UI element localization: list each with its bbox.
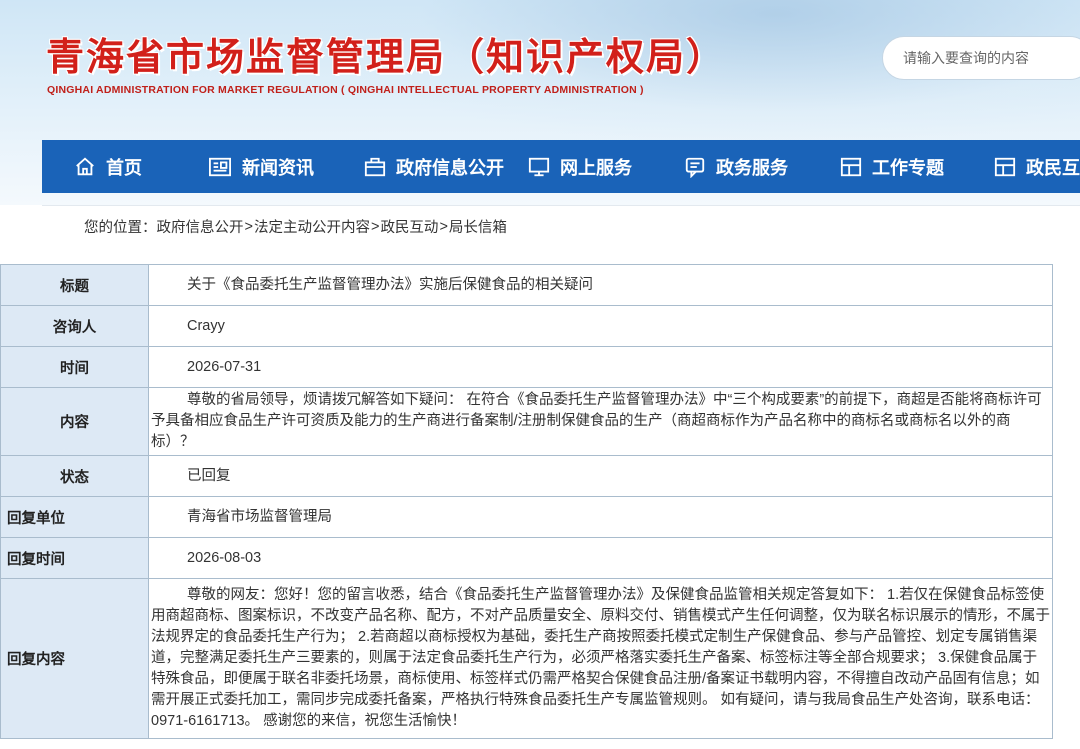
home-icon — [76, 157, 94, 175]
nav-item-topics[interactable]: 工作专题 — [840, 140, 944, 193]
table-row: 回复单位 青海省市场监督管理局 — [0, 496, 1053, 538]
breadcrumb-prefix: 您的位置： — [84, 220, 157, 236]
breadcrumb-separator: > — [370, 218, 380, 235]
row-label-reply-time: 回复时间 — [0, 537, 149, 579]
breadcrumb: 您的位置： 政府信息公开 > 法定主动公开内容 > 政民互动 > 局长信箱 — [42, 205, 1080, 247]
briefcase-icon — [364, 157, 386, 176]
nav-label: 网上服务 — [560, 157, 632, 179]
table-row: 回复内容 尊敬的网友：您好！您的留言收悉，结合《食品委托生产监督管理办法》及保健… — [0, 578, 1053, 739]
main-nav: 首页 新闻资讯 政府信息公开 网上服务 政务服务 工作专题 政民互动 — [42, 140, 1080, 193]
site-title[interactable]: 青海省市场监督管理局（知识产权局） — [46, 26, 726, 81]
table-row: 咨询人 Crayy — [0, 305, 1053, 347]
inquirer-text: Crayy — [187, 317, 225, 334]
nav-label: 工作专题 — [872, 157, 944, 179]
row-label-content: 内容 — [0, 387, 149, 456]
table-row: 标题 关于《食品委托生产监督管理办法》实施后保健食品的相关疑问 — [0, 264, 1053, 306]
breadcrumb-link-director-mailbox[interactable]: 局长信箱 — [449, 216, 507, 237]
table-row: 内容 尊敬的省局领导，烦请拨冗解答如下疑问： 在符合《食品委托生产监督管理办法》… — [0, 387, 1053, 456]
breadcrumb-link-interaction[interactable]: 政民互动 — [380, 216, 438, 237]
search-input[interactable]: 请输入要查询的内容 — [882, 36, 1080, 80]
monitor-icon — [528, 157, 550, 176]
nav-item-interaction[interactable]: 政民互动 — [994, 140, 1080, 193]
news-icon — [209, 157, 231, 176]
content-text: 尊敬的省局领导，烦请拨冗解答如下疑问： 在符合《食品委托生产监督管理办法》中“三… — [151, 392, 1042, 450]
table-row: 状态 已回复 — [0, 455, 1053, 497]
title-text: 关于《食品委托生产监督管理办法》实施后保健食品的相关疑问 — [187, 276, 593, 293]
interaction-icon — [994, 157, 1016, 176]
breadcrumb-link-gov-info[interactable]: 政府信息公开 — [157, 216, 244, 237]
reply-time-text: 2026-08-03 — [187, 549, 262, 566]
search-placeholder: 请输入要查询的内容 — [903, 50, 1029, 66]
reply-unit-text: 青海省市场监督管理局 — [187, 508, 332, 525]
nav-label: 首页 — [106, 157, 142, 179]
row-value-reply-time: 2026-08-03 — [148, 537, 1053, 579]
nav-label: 政府信息公开 — [396, 157, 504, 179]
row-label-title: 标题 — [0, 264, 149, 306]
row-label-time: 时间 — [0, 346, 149, 388]
chat-icon — [685, 157, 705, 178]
row-label-status: 状态 — [0, 455, 149, 497]
time-text: 2026-07-31 — [187, 358, 262, 375]
row-value-reply-content: 尊敬的网友：您好！您的留言收悉，结合《食品委托生产监督管理办法》及保健食品监管相… — [148, 578, 1053, 739]
nav-item-home[interactable]: 首页 — [74, 140, 142, 193]
row-label-inquirer: 咨询人 — [0, 305, 149, 347]
table-row: 回复时间 2026-08-03 — [0, 537, 1053, 579]
row-value-content: 尊敬的省局领导，烦请拨冗解答如下疑问： 在符合《食品委托生产监督管理办法》中“三… — [148, 387, 1053, 456]
row-label-reply-content: 回复内容 — [0, 578, 149, 739]
site-subtitle: QINGHAI ADMINISTRATION FOR MARKET REGULA… — [47, 84, 644, 96]
row-value-reply-unit: 青海省市场监督管理局 — [148, 496, 1053, 538]
letter-detail-table: 标题 关于《食品委托生产监督管理办法》实施后保健食品的相关疑问 咨询人 Cray… — [0, 264, 1053, 739]
row-label-reply-unit: 回复单位 — [0, 496, 149, 538]
breadcrumb-separator: > — [439, 218, 448, 235]
row-value-inquirer: Crayy — [148, 305, 1053, 347]
nav-item-gov-service[interactable]: 政务服务 — [684, 140, 788, 193]
reply-content-text: 尊敬的网友：您好！您的留言收悉，结合《食品委托生产监督管理办法》及保健食品监管相… — [151, 587, 1050, 729]
topic-icon — [840, 157, 862, 176]
status-text: 已回复 — [187, 467, 231, 484]
nav-label: 政民互动 — [1026, 157, 1080, 179]
nav-item-online-service[interactable]: 网上服务 — [528, 140, 632, 193]
row-value-status: 已回复 — [148, 455, 1053, 497]
row-value-title: 关于《食品委托生产监督管理办法》实施后保健食品的相关疑问 — [148, 264, 1053, 306]
nav-item-gov-info[interactable]: 政府信息公开 — [364, 140, 504, 193]
breadcrumb-link-public-content[interactable]: 法定主动公开内容 — [254, 216, 370, 237]
nav-label: 政务服务 — [716, 157, 788, 179]
table-row: 时间 2026-07-31 — [0, 346, 1053, 388]
row-value-time: 2026-07-31 — [148, 346, 1053, 388]
nav-label: 新闻资讯 — [242, 157, 314, 179]
nav-item-news[interactable]: 新闻资讯 — [208, 140, 314, 193]
breadcrumb-separator: > — [244, 218, 253, 235]
